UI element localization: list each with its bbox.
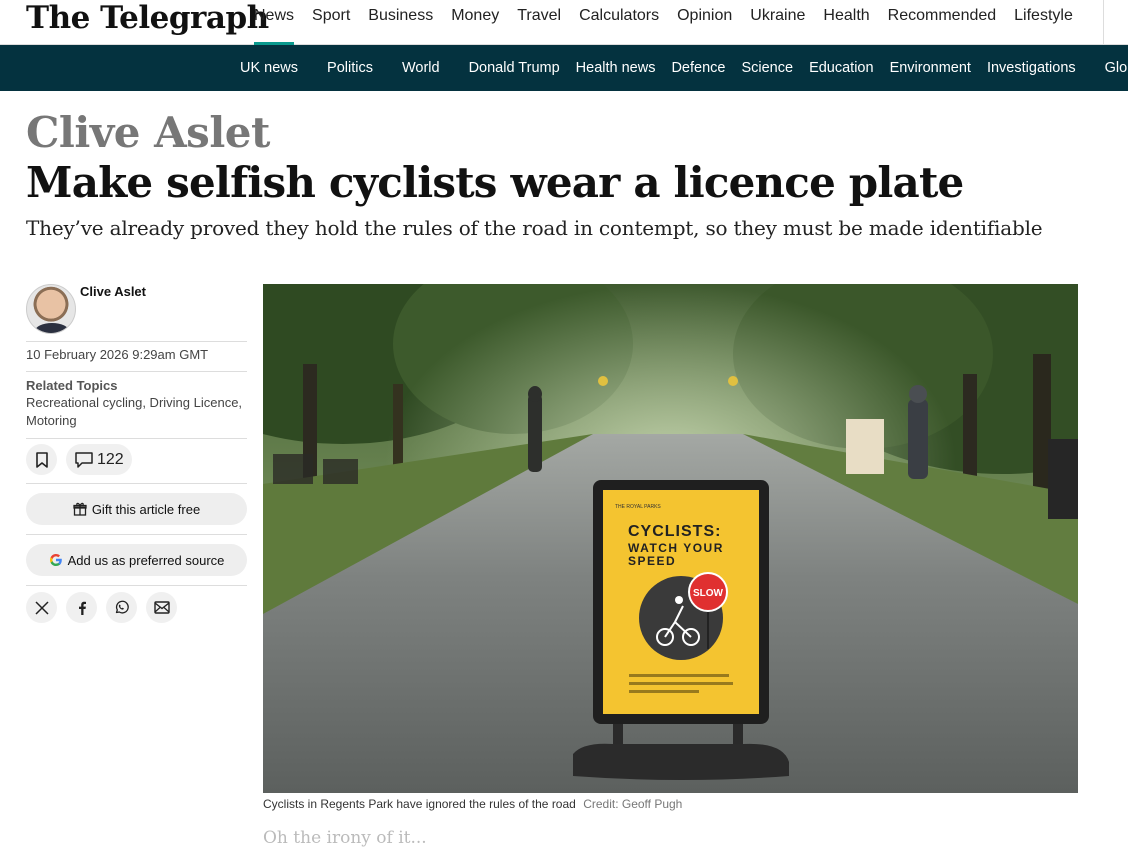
subnav-item-uk-news[interactable]: UK news bbox=[240, 60, 298, 76]
subnav-item-science[interactable]: Science bbox=[741, 60, 793, 76]
subnav-item-education[interactable]: Education bbox=[809, 60, 874, 76]
subnav-item-politics[interactable]: Politics bbox=[327, 60, 373, 76]
sign-line3: SPEED bbox=[628, 554, 676, 568]
image-credit: Credit: Geoff Pugh bbox=[583, 797, 683, 811]
share-facebook-button[interactable] bbox=[66, 592, 97, 623]
facebook-icon bbox=[78, 601, 86, 615]
author-name[interactable]: Clive Aslet bbox=[80, 284, 146, 299]
nav-item-health[interactable]: Health bbox=[823, 0, 869, 45]
subnav-item-environment[interactable]: Environment bbox=[890, 60, 971, 76]
email-icon bbox=[153, 601, 170, 614]
image-caption: Cyclists in Regents Park have ignored th… bbox=[263, 797, 682, 811]
nav-divider bbox=[1103, 0, 1104, 44]
nav-item-ukraine[interactable]: Ukraine bbox=[750, 0, 805, 45]
preferred-source-section: Add us as preferred source bbox=[26, 544, 247, 586]
related-topics: Related Topics Recreational cycling, Dri… bbox=[26, 372, 247, 439]
subnav-item-donald-trump[interactable]: Donald Trump bbox=[469, 60, 560, 76]
subnav-item-world[interactable]: World bbox=[402, 60, 440, 76]
comments-button[interactable]: 122 bbox=[66, 444, 132, 475]
nav-item-news[interactable]: News bbox=[254, 0, 295, 45]
gift-icon bbox=[73, 502, 87, 516]
site-header: The Telegraph News Sport Business Money … bbox=[0, 0, 1128, 45]
bookmark-button[interactable] bbox=[26, 444, 57, 475]
sign-org-text: THE ROYAL PARKS bbox=[615, 504, 661, 510]
nav-item-recommended[interactable]: Recommended bbox=[888, 0, 997, 45]
x-icon bbox=[34, 600, 49, 615]
nav-item-lifestyle[interactable]: Lifestyle bbox=[1014, 0, 1073, 45]
main-nav: News Sport Business Money Travel Calcula… bbox=[254, 0, 1091, 45]
nav-item-calculators[interactable]: Calculators bbox=[579, 0, 659, 45]
subnav-item-health-news[interactable]: Health news bbox=[576, 60, 656, 76]
related-topics-links[interactable]: Recreational cycling, Driving Licence, M… bbox=[26, 394, 247, 430]
whatsapp-icon bbox=[115, 600, 129, 614]
comment-count: 122 bbox=[97, 450, 124, 468]
sign-slow-text: SLOW bbox=[693, 588, 724, 599]
kicker-author[interactable]: Clive Aslet bbox=[26, 108, 270, 157]
related-topics-label: Related Topics bbox=[26, 378, 118, 393]
section-subnav: UK news Politics World Donald Trump Heal… bbox=[0, 45, 1128, 91]
byline: Clive Aslet bbox=[26, 284, 247, 342]
comment-icon bbox=[75, 451, 93, 468]
nav-fade bbox=[1074, 0, 1104, 44]
gift-article-label: Gift this article free bbox=[91, 501, 201, 517]
subnav-item-global[interactable]: Glo bbox=[1105, 60, 1128, 76]
nav-item-opinion[interactable]: Opinion bbox=[677, 0, 732, 45]
share-email-button[interactable] bbox=[146, 592, 177, 623]
article-sidebar: Clive Aslet 10 February 2026 9:29am GMT … bbox=[26, 284, 247, 623]
gift-article-button[interactable]: Gift this article free bbox=[26, 493, 247, 525]
article-body-first-line: Oh the irony of it... bbox=[263, 828, 427, 848]
subnav-item-defence[interactable]: Defence bbox=[671, 60, 725, 76]
sign-line1: CYCLISTS: bbox=[628, 523, 721, 540]
nav-item-sport[interactable]: Sport bbox=[312, 0, 350, 45]
article-hero-image[interactable]: THE ROYAL PARKS CYCLISTS: WATCH YOUR SPE… bbox=[263, 284, 1078, 793]
article-standfirst: They’ve already proved they hold the rul… bbox=[26, 216, 1043, 240]
park-photo-illustration: THE ROYAL PARKS CYCLISTS: WATCH YOUR SPE… bbox=[263, 284, 1078, 793]
article-actions: 122 bbox=[26, 439, 247, 484]
bookmark-icon bbox=[35, 451, 48, 468]
share-x-button[interactable] bbox=[26, 592, 57, 623]
gift-section: Gift this article free bbox=[26, 493, 247, 535]
preferred-source-label: Add us as preferred source bbox=[67, 552, 225, 568]
author-avatar[interactable] bbox=[26, 284, 76, 334]
share-buttons bbox=[26, 592, 247, 623]
google-icon bbox=[49, 554, 62, 566]
telegraph-logo[interactable]: The Telegraph bbox=[26, 0, 269, 36]
caption-text: Cyclists in Regents Park have ignored th… bbox=[263, 797, 576, 811]
share-whatsapp-button[interactable] bbox=[106, 592, 137, 623]
article-headline: Make selfish cyclists wear a licence pla… bbox=[26, 158, 964, 207]
nav-item-money[interactable]: Money bbox=[451, 0, 499, 45]
preferred-source-button[interactable]: Add us as preferred source bbox=[26, 544, 247, 576]
subnav-item-investigations[interactable]: Investigations bbox=[987, 60, 1076, 76]
nav-item-business[interactable]: Business bbox=[368, 0, 433, 45]
sign-line2: WATCH YOUR bbox=[628, 541, 724, 555]
publish-date: 10 February 2026 9:29am GMT bbox=[26, 342, 247, 372]
nav-item-travel[interactable]: Travel bbox=[517, 0, 561, 45]
